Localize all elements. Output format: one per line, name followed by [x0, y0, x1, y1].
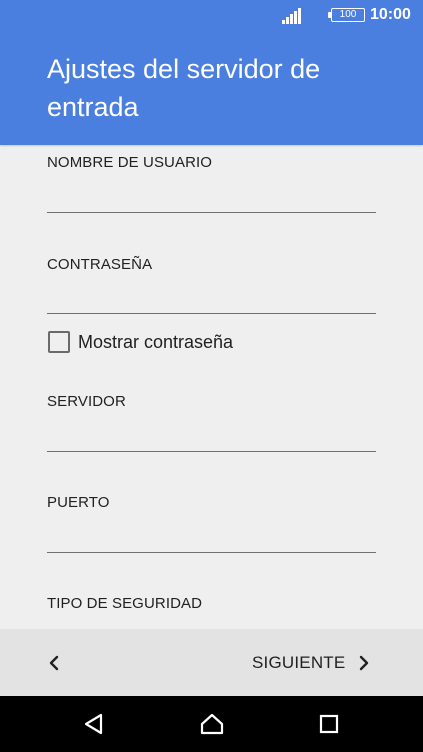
- port-field[interactable]: [47, 525, 376, 553]
- page-title: Ajustes del servidor de entrada: [47, 54, 321, 122]
- username-field[interactable]: [47, 185, 376, 213]
- password-label: CONTRASEÑA: [47, 256, 153, 273]
- next-button-label: SIGUIENTE: [252, 653, 346, 672]
- username-label: NOMBRE DE USUARIO: [47, 154, 213, 171]
- app-bar: Ajustes del servidor de entrada: [0, 30, 423, 145]
- status-bar: 100 10:00: [0, 0, 423, 30]
- signal-icon: [282, 8, 301, 24]
- battery-level: 100: [339, 9, 357, 20]
- recents-square-icon[interactable]: [316, 711, 342, 737]
- chevron-right-icon: [360, 655, 369, 671]
- system-navigation-bar: [0, 696, 423, 752]
- show-password-label[interactable]: Mostrar contraseña: [78, 332, 233, 353]
- password-field[interactable]: [47, 286, 376, 314]
- port-label: PUERTO: [47, 494, 110, 511]
- server-label: SERVIDOR: [47, 393, 126, 410]
- bottom-navigation: SIGUIENTE: [0, 629, 423, 696]
- status-time: 10:00: [370, 6, 411, 23]
- back-triangle-icon[interactable]: [81, 711, 107, 737]
- battery-icon: 100: [328, 8, 365, 22]
- next-button[interactable]: SIGUIENTE: [252, 647, 382, 679]
- home-icon[interactable]: [199, 711, 225, 737]
- security-type-label: TIPO DE SEGURIDAD: [47, 595, 203, 612]
- chevron-left-icon: [49, 655, 59, 671]
- show-password-checkbox[interactable]: [48, 331, 70, 353]
- previous-button[interactable]: [40, 649, 68, 677]
- server-field[interactable]: [47, 424, 376, 452]
